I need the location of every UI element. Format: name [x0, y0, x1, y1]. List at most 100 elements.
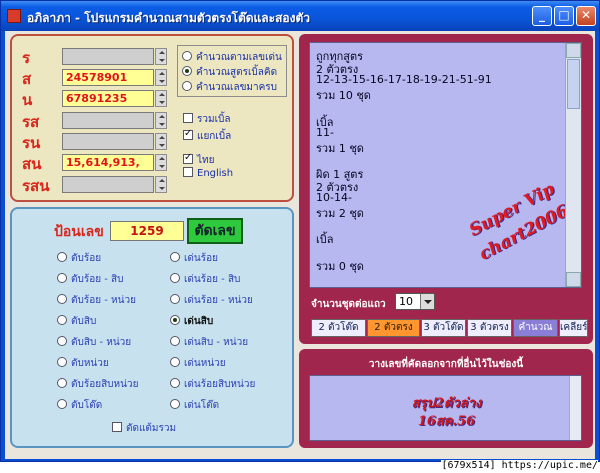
spin-button[interactable] [155, 48, 167, 65]
radio-icon [57, 252, 67, 262]
spin-button[interactable] [155, 90, 167, 107]
radio-icon [57, 315, 67, 325]
row-field[interactable] [62, 133, 154, 150]
close-button[interactable]: ✕ [576, 6, 596, 26]
radio-icon [170, 378, 180, 388]
check-separate-double[interactable]: แยกเบิ้ล [183, 128, 231, 144]
mode-option[interactable]: คำนวณสูตรเบิ้ลคิด [182, 65, 277, 80]
rows-per-line-label: จำนวนชุดต่อแถว [311, 299, 386, 310]
result-line: 10-14- [316, 191, 352, 205]
paste-scrollbar[interactable] [569, 376, 581, 440]
result-line: รวม 0 ชุด [316, 259, 364, 273]
radio-icon [57, 294, 67, 304]
radio-selected-icon [170, 315, 180, 325]
scroll-up-button[interactable] [566, 43, 581, 58]
row-field[interactable] [62, 176, 154, 193]
row-label: สน [22, 155, 42, 173]
rows-per-line-select[interactable]: 10 [395, 293, 435, 310]
paste-panel-title: วางเลขที่คัดลอกจากที่อื่นไว้ในช่องนี้ [368, 359, 524, 370]
radio-icon [170, 294, 180, 304]
result-line: รวม 2 ชุด [316, 207, 364, 221]
cut-option[interactable]: ตับสิบ [57, 314, 96, 329]
spin-button[interactable] [155, 69, 167, 86]
check-english[interactable]: English [183, 167, 233, 179]
results-textarea[interactable]: ถูกทุกสูตร 2 ตัวตรง 12-13-15-16-17-18-19-2… [309, 42, 582, 288]
app-window: อภิลาภา - โปรแกรมคำนวณสามตัวตรงโต๊ดและสอ… [0, 0, 600, 462]
checkbox-icon [183, 167, 193, 177]
calc-tab-button[interactable]: 3 ตัวตรง [467, 319, 512, 337]
window-title: อภิลาภา - โปรแกรมคำนวณสามตัวตรงโต๊ดและสอ… [27, 11, 310, 25]
chevron-down-icon [420, 294, 434, 309]
result-line: 11- [316, 125, 334, 139]
cut-button[interactable]: ตัดเลข [187, 218, 243, 244]
calc-tab-button[interactable]: 2 ตัวตรง [367, 319, 420, 337]
row-field[interactable]: 15,614,913, [62, 154, 154, 171]
input-label: ป้อนเลข [54, 224, 104, 240]
calc-tab-button[interactable]: เคลียร์ [559, 319, 588, 337]
results-scrollbar[interactable] [565, 43, 581, 287]
spin-button[interactable] [155, 176, 167, 193]
row-field[interactable] [62, 112, 154, 129]
cut-option[interactable]: ตับโต๊ด [57, 398, 102, 413]
radio-icon [170, 336, 180, 346]
maximize-button[interactable]: □ [554, 6, 574, 26]
spin-button[interactable] [155, 133, 167, 150]
calc-tab-button[interactable]: คำนวณ [513, 319, 558, 337]
lead-option[interactable]: เด่นร้อย [170, 251, 218, 266]
cut-panel: ป้อนเลข 1259 ตัดเลข ตับร้อย ตับร้อย - สิ… [10, 207, 294, 448]
calc-tab-button[interactable]: 2 ตัวโต๊ด [311, 319, 366, 337]
radio-icon [170, 399, 180, 409]
title-bar[interactable]: อภิลาภา - โปรแกรมคำนวณสามตัวตรงโต๊ดและสอ… [1, 1, 599, 31]
lead-option[interactable]: เด่นร้อย - สิบ [170, 272, 240, 287]
mode-group: คำนวณตามเลขเด่น คำนวณสูตรเบิ้ลคิด คำนวณเ… [177, 45, 287, 97]
lead-option[interactable]: เด่นโต๊ด [170, 398, 219, 413]
cut-option[interactable]: ตับร้อย [57, 251, 101, 266]
paste-panel: วางเลขที่คัดลอกจากที่อื่นไว้ในช่องนี้ สร… [299, 349, 593, 448]
radio-icon [182, 51, 192, 61]
paste-line2: 16สค.56 [417, 414, 476, 429]
check-combine-double[interactable]: รวมเบิ้ล [183, 112, 230, 127]
spin-button[interactable] [155, 112, 167, 129]
lead-option[interactable]: เด่นหน่วย [170, 356, 226, 371]
calc-tab-button[interactable]: 3 ตัวโต๊ด [421, 319, 466, 337]
radio-icon [170, 357, 180, 367]
result-line: เบิ้ล [316, 233, 334, 247]
cut-option[interactable]: ตับร้อย - หน่วย [57, 293, 136, 308]
radio-icon [57, 273, 67, 283]
cut-option[interactable]: ตับสิบ - หน่วย [57, 335, 131, 350]
mode-option[interactable]: คำนวณเลขมาครบ [182, 80, 277, 95]
mode-option[interactable]: คำนวณตามเลขเด่น [182, 50, 282, 65]
cut-option[interactable]: ตับร้อยสิบหน่วย [57, 377, 138, 392]
row-field[interactable] [62, 48, 154, 65]
row-field[interactable]: 24578901 [62, 69, 154, 86]
row-label: รสน [22, 177, 50, 195]
radio-icon [57, 336, 67, 346]
minimize-button[interactable]: _ [532, 6, 552, 26]
paste-textarea[interactable]: สรุป2ตัวล่าง 16สค.56 [309, 375, 582, 441]
sum-cut-check[interactable]: ตัดแต้มรวม [112, 421, 176, 436]
image-caption: [679x514] https://upic.me/ [0, 460, 600, 473]
row-field[interactable]: 67891235 [62, 90, 154, 107]
check-thai[interactable]: ไทย [183, 152, 214, 168]
checkbox-icon [112, 422, 122, 432]
checkbox-checked-icon [183, 128, 193, 140]
app-icon [7, 9, 21, 23]
checkbox-checked-icon [183, 152, 193, 164]
radio-selected-icon [182, 66, 192, 76]
spin-button[interactable] [155, 154, 167, 171]
results-panel: ถูกทุกสูตร 2 ตัวตรง 12-13-15-16-17-18-19-2… [299, 34, 593, 344]
lead-option[interactable]: เด่นสิบ - หน่วย [170, 335, 248, 350]
lead-option[interactable]: เด่นสิบ [170, 314, 213, 329]
number-input[interactable]: 1259 [110, 221, 184, 241]
radio-icon [57, 399, 67, 409]
radio-icon [182, 81, 192, 91]
lead-option[interactable]: เด่นร้อยสิบหน่วย [170, 377, 255, 392]
result-line: รวม 1 ชุด [316, 141, 364, 155]
lead-option[interactable]: เด่นร้อย - หน่วย [170, 293, 253, 308]
scroll-down-button[interactable] [566, 272, 581, 287]
radio-icon [170, 273, 180, 283]
radio-icon [170, 252, 180, 262]
cut-option[interactable]: ตับร้อย - สิบ [57, 272, 124, 287]
cut-option[interactable]: ตับหน่วย [57, 356, 109, 371]
scroll-thumb[interactable] [567, 59, 580, 109]
